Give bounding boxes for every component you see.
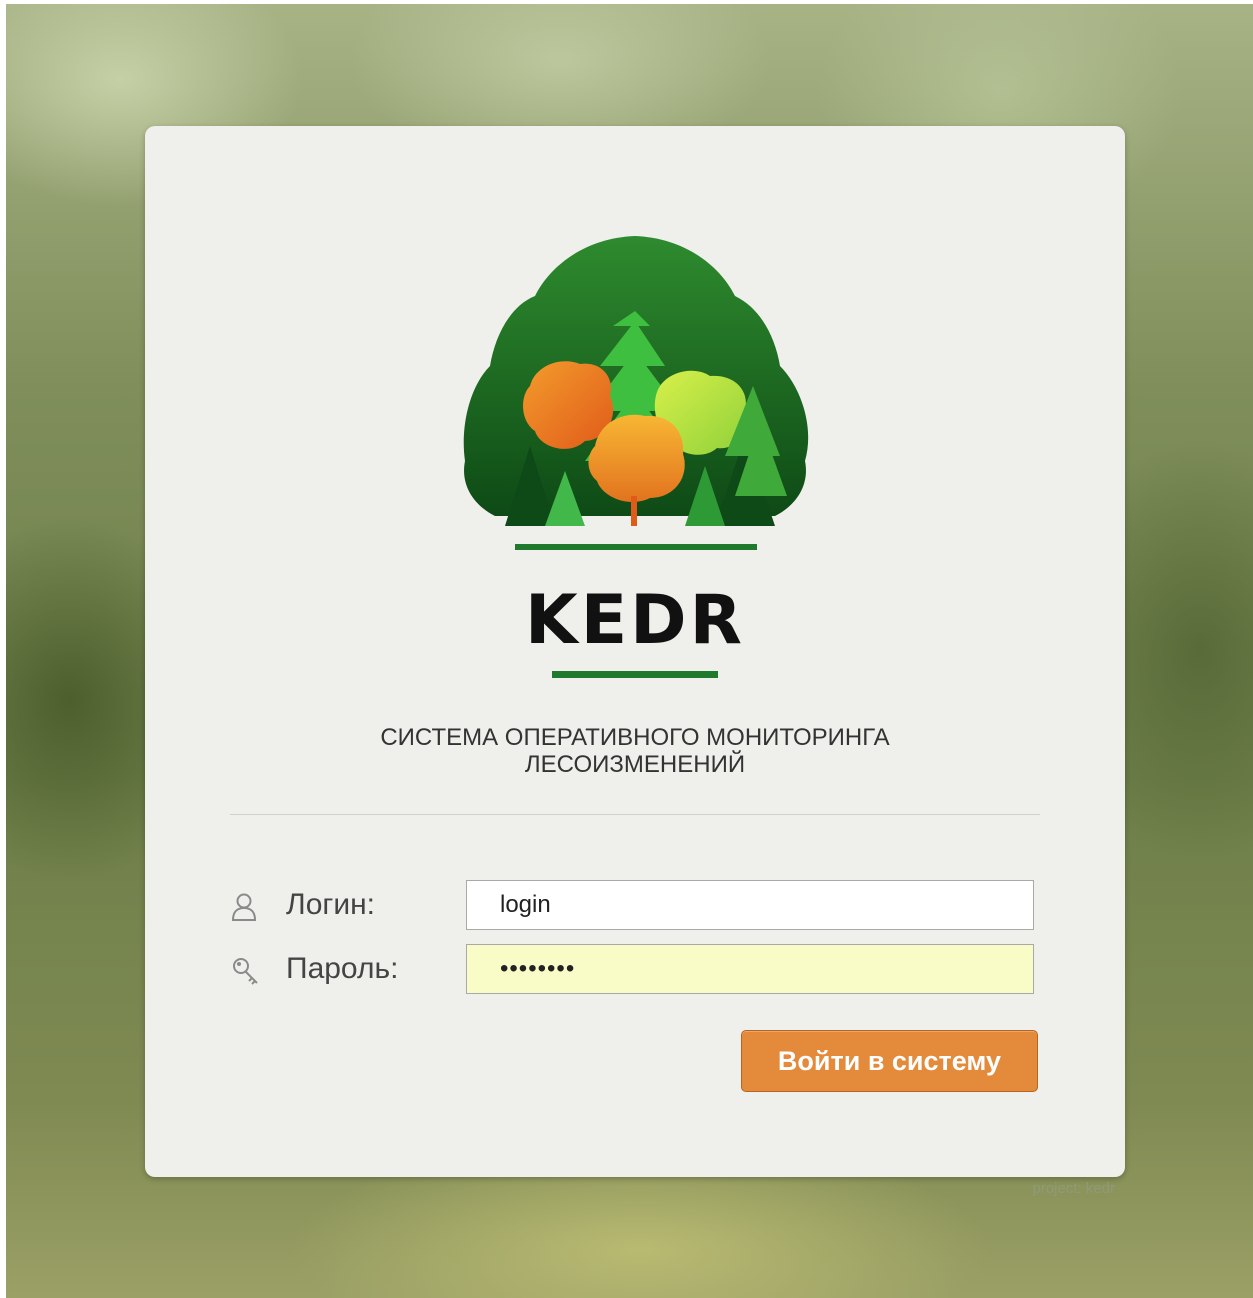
- password-row: Пароль:: [230, 944, 1040, 996]
- login-input[interactable]: [466, 880, 1034, 930]
- user-icon: [230, 892, 262, 922]
- title-line-1: СИСТЕМА ОПЕРАТИВНОГО МОНИТОРИНГА: [380, 724, 890, 751]
- login-submit-button[interactable]: Войти в систему: [741, 1030, 1038, 1092]
- title-line-2: ЛЕСОИЗМЕНЕНИЙ: [524, 751, 746, 778]
- project-footer: project: kedr: [1032, 1180, 1115, 1197]
- login-label: Логин:: [286, 888, 375, 921]
- login-row: Логин:: [230, 880, 1040, 932]
- login-card: KEDR СИСТЕМА ОПЕРАТИВНОГО МОНИТОРИНГА ЛЕ…: [145, 126, 1125, 1177]
- brand-name: KEDR: [525, 581, 745, 660]
- page-title: СИСТЕМА ОПЕРАТИВНОГО МОНИТОРИНГА ЛЕСОИЗМ…: [235, 724, 1035, 778]
- divider: [230, 814, 1040, 815]
- left-edge: [0, 0, 6, 1298]
- brand-underline: [552, 671, 718, 678]
- key-icon: [230, 956, 262, 986]
- tree-logo-icon: [463, 236, 809, 550]
- kedr-logo: KEDR: [435, 226, 835, 696]
- top-edge: [0, 0, 1253, 4]
- password-input[interactable]: [466, 944, 1034, 994]
- password-label: Пароль:: [286, 952, 399, 985]
